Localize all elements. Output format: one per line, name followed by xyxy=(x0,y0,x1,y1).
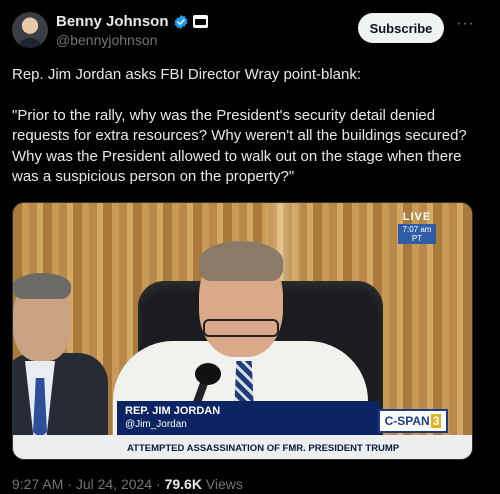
background-man-hair xyxy=(13,273,71,299)
live-badge: LIVE 7:07 am PT xyxy=(398,211,436,244)
lower-third: REP. JIM JORDAN @Jim_Jordan xyxy=(117,401,379,435)
views-count: 79.6K xyxy=(164,476,202,492)
avatar[interactable] xyxy=(12,12,48,48)
meta-separator-2: · xyxy=(152,476,165,492)
meta-separator: · xyxy=(63,476,76,492)
speaker-glasses xyxy=(203,319,279,337)
live-time: 7:07 am PT xyxy=(398,224,436,244)
live-label: LIVE xyxy=(402,211,432,223)
headline-bar: ATTEMPTED ASSASSINATION OF FMR. PRESIDEN… xyxy=(13,435,472,459)
tweet-line-intro: Rep. Jim Jordan asks FBI Director Wray p… xyxy=(12,66,362,83)
subscribe-button[interactable]: Subscribe xyxy=(358,13,444,43)
network-number: 3 xyxy=(430,414,442,428)
tweet-meta: 9:27 AM · Jul 24, 2024 · 79.6K Views xyxy=(12,476,243,492)
author-display-name[interactable]: Benny Johnson xyxy=(56,13,169,30)
lower-third-handle: @Jim_Jordan xyxy=(125,419,187,430)
affiliate-badge-icon[interactable] xyxy=(192,15,208,28)
tweet-time[interactable]: 9:27 AM xyxy=(12,476,63,492)
tweet-text: Rep. Jim Jordan asks FBI Director Wray p… xyxy=(12,65,486,188)
video-media[interactable]: LIVE 7:07 am PT REP. JIM JORDAN @Jim_Jor… xyxy=(12,202,473,460)
cspan-logo: C-SPAN 3 xyxy=(378,409,448,433)
tweet-date[interactable]: Jul 24, 2024 xyxy=(76,476,152,492)
headline-text: ATTEMPTED ASSASSINATION OF FMR. PRESIDEN… xyxy=(127,442,400,454)
more-options-icon[interactable]: ··· xyxy=(456,16,476,32)
network-logo-text: C-SPAN xyxy=(384,414,430,428)
microphone-icon xyxy=(195,363,221,385)
tweet-header: Benny Johnson @bennyjohnson Subscribe ··… xyxy=(12,10,488,50)
verified-badge-icon xyxy=(174,14,187,29)
speaker-hair xyxy=(199,241,283,281)
views-label: Views xyxy=(201,476,243,492)
name-row: Benny Johnson xyxy=(56,13,208,30)
lower-third-name: REP. JIM JORDAN xyxy=(125,405,221,417)
tweet-quote: "Prior to the rally, why was the Preside… xyxy=(12,106,467,186)
author-handle[interactable]: @bennyjohnson xyxy=(56,32,157,48)
